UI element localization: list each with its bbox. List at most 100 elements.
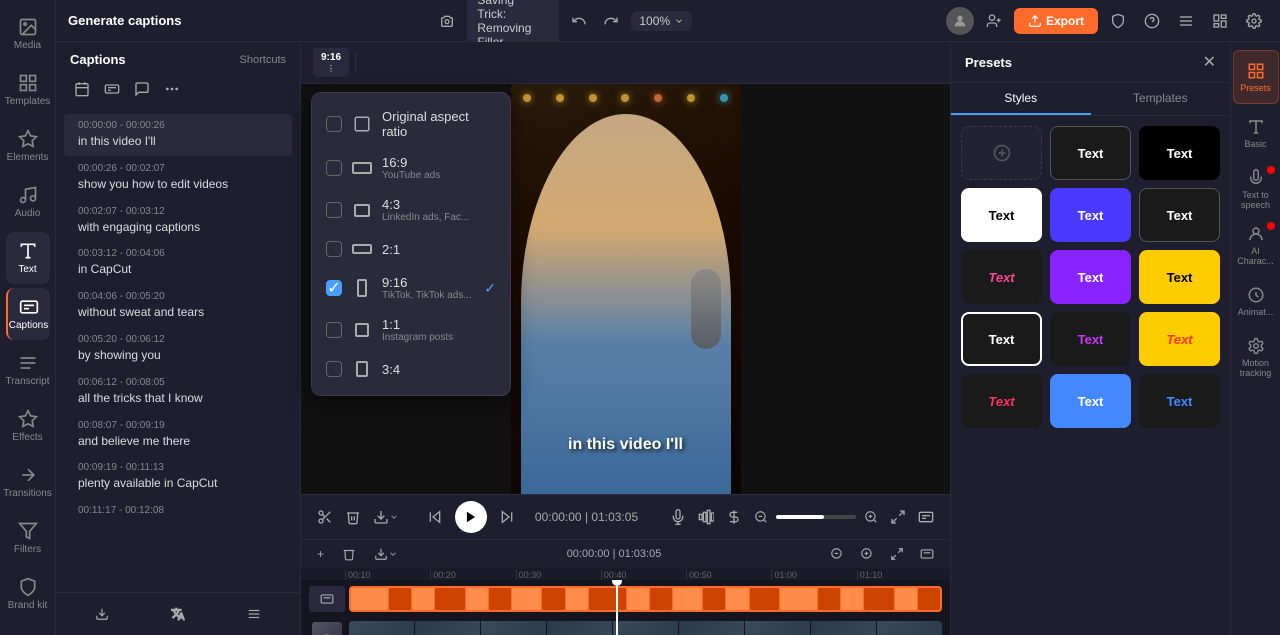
ar-option-original[interactable]: Original aspect ratio <box>312 101 510 147</box>
redo-btn[interactable] <box>599 9 623 33</box>
presets-header: Presets ✕ <box>951 42 1230 83</box>
sidebar-item-media[interactable]: Media <box>6 8 50 60</box>
sidebar-item-elements[interactable]: Elements <box>6 120 50 172</box>
preset-card-7[interactable]: Text <box>1050 250 1131 304</box>
scissors-btn[interactable] <box>313 505 337 529</box>
sidebar-item-templates[interactable]: Templates <box>6 64 50 116</box>
preset-card-empty[interactable] <box>961 126 1042 180</box>
download-btn[interactable] <box>369 505 403 529</box>
tool-text-to-speech[interactable]: Text to speech <box>1233 162 1279 216</box>
preset-card-8[interactable]: Text <box>1139 250 1220 304</box>
translate-captions-btn[interactable] <box>165 601 191 627</box>
sidebar-item-brand-kit[interactable]: Brand kit <box>6 568 50 620</box>
captions-tool-4[interactable] <box>160 77 184 101</box>
caption-item[interactable]: 00:02:07 - 00:03:12 with engaging captio… <box>64 200 292 242</box>
ar-option-4-3[interactable]: 4:3 LinkedIn ads, Fac... <box>312 189 510 231</box>
tl-captions-btn[interactable] <box>914 544 940 564</box>
captions-tool-2[interactable] <box>100 77 124 101</box>
sidebar-item-text[interactable]: Text <box>6 232 50 284</box>
tool-ai-characters[interactable]: AI Charac... <box>1233 218 1279 272</box>
play-btn[interactable] <box>455 501 487 533</box>
sidebar-item-effects[interactable]: Effects <box>6 400 50 452</box>
preset-card-5[interactable]: Text <box>1139 188 1220 242</box>
caption-overlay-btn[interactable] <box>914 505 938 529</box>
ar-option-1-1[interactable]: 1:1 Instagram posts <box>312 309 510 351</box>
caption-item[interactable]: 00:03:12 - 00:04:06 in CapCut <box>64 242 292 284</box>
page-title: Generate captions <box>68 13 181 28</box>
tl-add-btn[interactable]: + <box>311 544 330 564</box>
skip-back-btn[interactable] <box>423 505 447 529</box>
video-toolbar: 9:16 ⋮ <box>301 42 950 84</box>
zoom-control[interactable]: 100% <box>631 11 692 31</box>
fullscreen-btn[interactable] <box>886 505 910 529</box>
tl-zoom-in-btn[interactable] <box>854 544 880 564</box>
tl-download-btn[interactable] <box>368 544 404 564</box>
ar-option-3-4[interactable]: 3:4 <box>312 351 510 387</box>
export-btn[interactable]: Export <box>1014 8 1098 34</box>
skip-forward-btn[interactable] <box>495 505 519 529</box>
layout-btn[interactable] <box>1206 7 1234 35</box>
video-bg: in this video I'll <box>511 84 741 494</box>
captions-tool-1[interactable] <box>70 77 94 101</box>
sidebar-item-transcript[interactable]: Transcript <box>6 344 50 396</box>
captions-tool-3[interactable] <box>130 77 154 101</box>
preset-card-11[interactable]: Text <box>1139 312 1220 366</box>
tool-animation[interactable]: Animat... <box>1233 274 1279 328</box>
preset-card-9[interactable]: Text <box>961 312 1042 366</box>
add-user-btn[interactable] <box>980 7 1008 35</box>
audio-btn[interactable] <box>694 505 718 529</box>
caption-item[interactable]: 00:00:26 - 00:02:07 show you how to edit… <box>64 157 292 199</box>
caption-item[interactable]: 00:05:20 - 00:06:12 by showing you <box>64 328 292 370</box>
caption-item[interactable]: 00:06:12 - 00:08:05 all the tricks that … <box>64 371 292 413</box>
preset-card-2[interactable]: Text <box>1139 126 1220 180</box>
presets-close-btn[interactable]: ✕ <box>1203 52 1216 72</box>
caption-track-content[interactable] <box>349 586 942 612</box>
video-track-content[interactable] <box>349 621 942 635</box>
settings-btn[interactable] <box>1240 7 1268 35</box>
caption-item[interactable]: 00:04:06 - 00:05:20 without sweat and te… <box>64 285 292 327</box>
tool-motion-tracking[interactable]: Motion tracking <box>1233 330 1279 384</box>
zoom-out-btn[interactable] <box>750 506 772 528</box>
sidebar-item-transitions[interactable]: Transitions <box>6 456 50 508</box>
more-options-btn[interactable] <box>241 601 267 627</box>
undo-btn[interactable] <box>567 9 591 33</box>
preset-card-3[interactable]: Text <box>961 188 1042 242</box>
ar-option-16-9[interactable]: 16:9 YouTube ads <box>312 147 510 189</box>
tool-presets[interactable]: Presets <box>1233 50 1279 104</box>
sidebar-item-audio[interactable]: Audio <box>6 176 50 228</box>
tab-styles[interactable]: Styles <box>951 83 1091 115</box>
list-icon-btn[interactable] <box>1172 7 1200 35</box>
help-btn[interactable] <box>1138 7 1166 35</box>
tl-zoom-out-btn[interactable] <box>824 544 850 564</box>
caption-item[interactable]: 00:00:00 - 00:00:26 in this video I'll <box>64 114 292 156</box>
ar-option-9-16[interactable]: ✓ 9:16 TikTok, TikTok ads... ✓ <box>312 267 510 309</box>
mic-btn[interactable] <box>666 505 690 529</box>
split-btn[interactable] <box>722 505 746 529</box>
tool-basic[interactable]: Basic <box>1233 106 1279 160</box>
delete-btn[interactable] <box>341 505 365 529</box>
volume-slider[interactable] <box>776 515 856 519</box>
preset-card-14[interactable]: Text <box>1139 374 1220 428</box>
caption-item[interactable]: 00:09:19 - 00:11:13 plenty available in … <box>64 456 292 498</box>
preset-card-6[interactable]: Text <box>961 250 1042 304</box>
caption-item[interactable]: 00:08:07 - 00:09:19 and believe me there <box>64 414 292 456</box>
preset-card-1[interactable]: Text <box>1050 126 1131 180</box>
tab-templates[interactable]: Templates <box>1091 83 1231 115</box>
sidebar-item-filters[interactable]: Filters <box>6 512 50 564</box>
zoom-in-btn[interactable] <box>860 506 882 528</box>
shield-icon-btn[interactable] <box>1104 7 1132 35</box>
tl-fit-btn[interactable] <box>884 544 910 564</box>
preset-card-10[interactable]: Text <box>1050 312 1131 366</box>
sidebar-item-captions[interactable]: Captions <box>6 288 50 340</box>
preset-card-12[interactable]: Text <box>961 374 1042 428</box>
save-to-cloud-btn[interactable] <box>435 9 459 33</box>
preset-card-13[interactable]: Text <box>1050 374 1131 428</box>
aspect-ratio-btn[interactable]: 9:16 ⋮ <box>313 48 349 77</box>
caption-item[interactable]: 00:11:17 - 00:12:08 <box>64 499 292 524</box>
tl-delete-btn[interactable] <box>336 544 362 564</box>
avatar <box>946 7 974 35</box>
download-captions-btn[interactable] <box>89 601 115 627</box>
preset-card-4[interactable]: Text <box>1050 188 1131 242</box>
ar-option-2-1[interactable]: 2:1 <box>312 231 510 267</box>
shortcuts-link[interactable]: Shortcuts <box>240 54 286 66</box>
